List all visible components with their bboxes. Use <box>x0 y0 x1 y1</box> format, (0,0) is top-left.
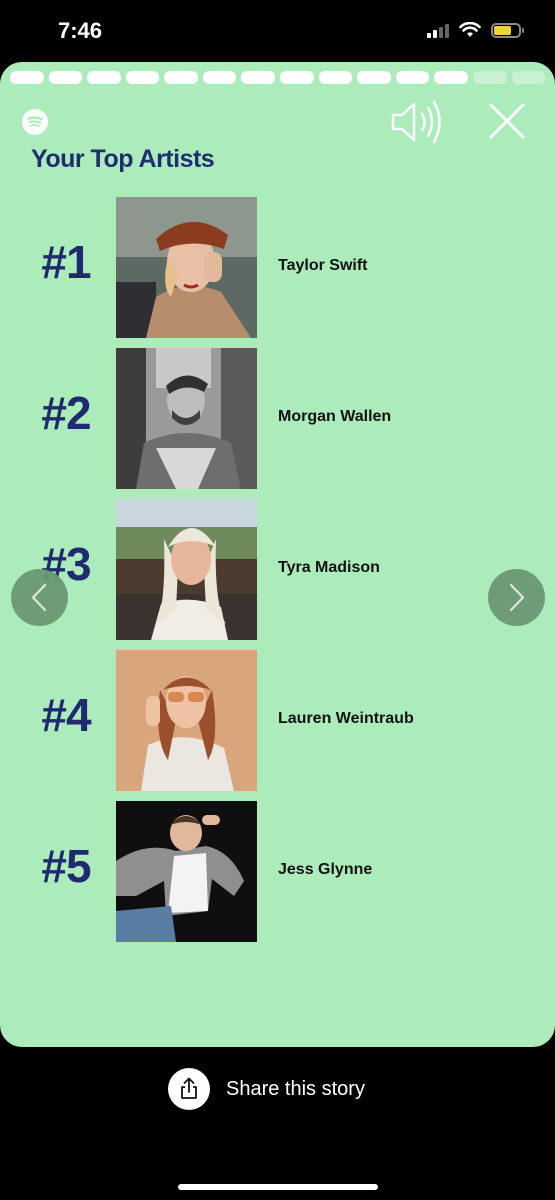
wifi-icon <box>459 22 481 37</box>
artist-rank: #4 <box>41 689 91 741</box>
story-progress-bar <box>10 71 546 84</box>
chevron-left-icon <box>31 583 47 612</box>
artist-name: Lauren Weintraub <box>278 710 414 727</box>
artist-row: #3 Tyra Madison <box>0 499 555 641</box>
progress-segment <box>357 71 391 84</box>
artist-name: Jess Glynne <box>278 861 373 878</box>
progress-segment <box>164 71 198 84</box>
artist-rank: #1 <box>41 236 91 288</box>
status-bar: 7:46 <box>0 0 555 62</box>
progress-segment <box>125 71 160 84</box>
story-card[interactable]: Your Top Artists #1 Taylor Swift #2 Morg… <box>0 62 555 1047</box>
artist-photo <box>116 650 257 791</box>
artist-row: #5 Jess Glynne <box>0 801 555 943</box>
story-heading: Your Top Artists <box>31 145 215 173</box>
progress-segment <box>280 71 314 84</box>
artist-row: #2 Morgan Wallen <box>0 348 555 490</box>
progress-segment <box>434 71 468 84</box>
progress-segment <box>48 71 83 84</box>
next-story-button[interactable] <box>488 569 545 626</box>
previous-story-button[interactable] <box>11 569 68 626</box>
chevron-right-icon <box>509 583 525 612</box>
artist-name: Tyra Madison <box>278 559 380 576</box>
battery-fill <box>494 25 511 35</box>
progress-segment <box>395 71 430 84</box>
status-time: 7:46 <box>58 18 103 43</box>
artist-photo <box>116 801 257 942</box>
progress-segment <box>318 71 353 84</box>
artist-row: #4 Lauren Weintraub <box>0 650 555 792</box>
artist-photo <box>116 499 257 640</box>
progress-segment <box>87 71 121 84</box>
share-label: Share this story <box>226 1077 365 1100</box>
status-icons <box>427 22 524 38</box>
progress-segment <box>202 71 237 84</box>
artist-rank: #2 <box>41 387 91 439</box>
share-story-button[interactable]: Share this story <box>168 1068 365 1110</box>
share-icon <box>168 1068 210 1110</box>
artist-rank: #5 <box>41 840 91 892</box>
progress-segment <box>472 71 507 84</box>
spotify-icon <box>22 109 48 135</box>
artist-photo <box>116 197 257 338</box>
progress-segment <box>511 71 546 84</box>
progress-segment <box>10 71 44 84</box>
speaker-icon[interactable] <box>390 98 448 146</box>
home-indicator[interactable] <box>178 1184 378 1190</box>
progress-segment <box>241 71 276 84</box>
artist-row: #1 Taylor Swift <box>0 197 555 339</box>
artist-name: Taylor Swift <box>278 257 368 274</box>
close-icon[interactable] <box>488 102 526 140</box>
artist-photo <box>116 348 257 489</box>
cellular-signal-icon <box>427 22 449 38</box>
battery-icon <box>491 22 524 38</box>
artist-name: Morgan Wallen <box>278 408 392 425</box>
